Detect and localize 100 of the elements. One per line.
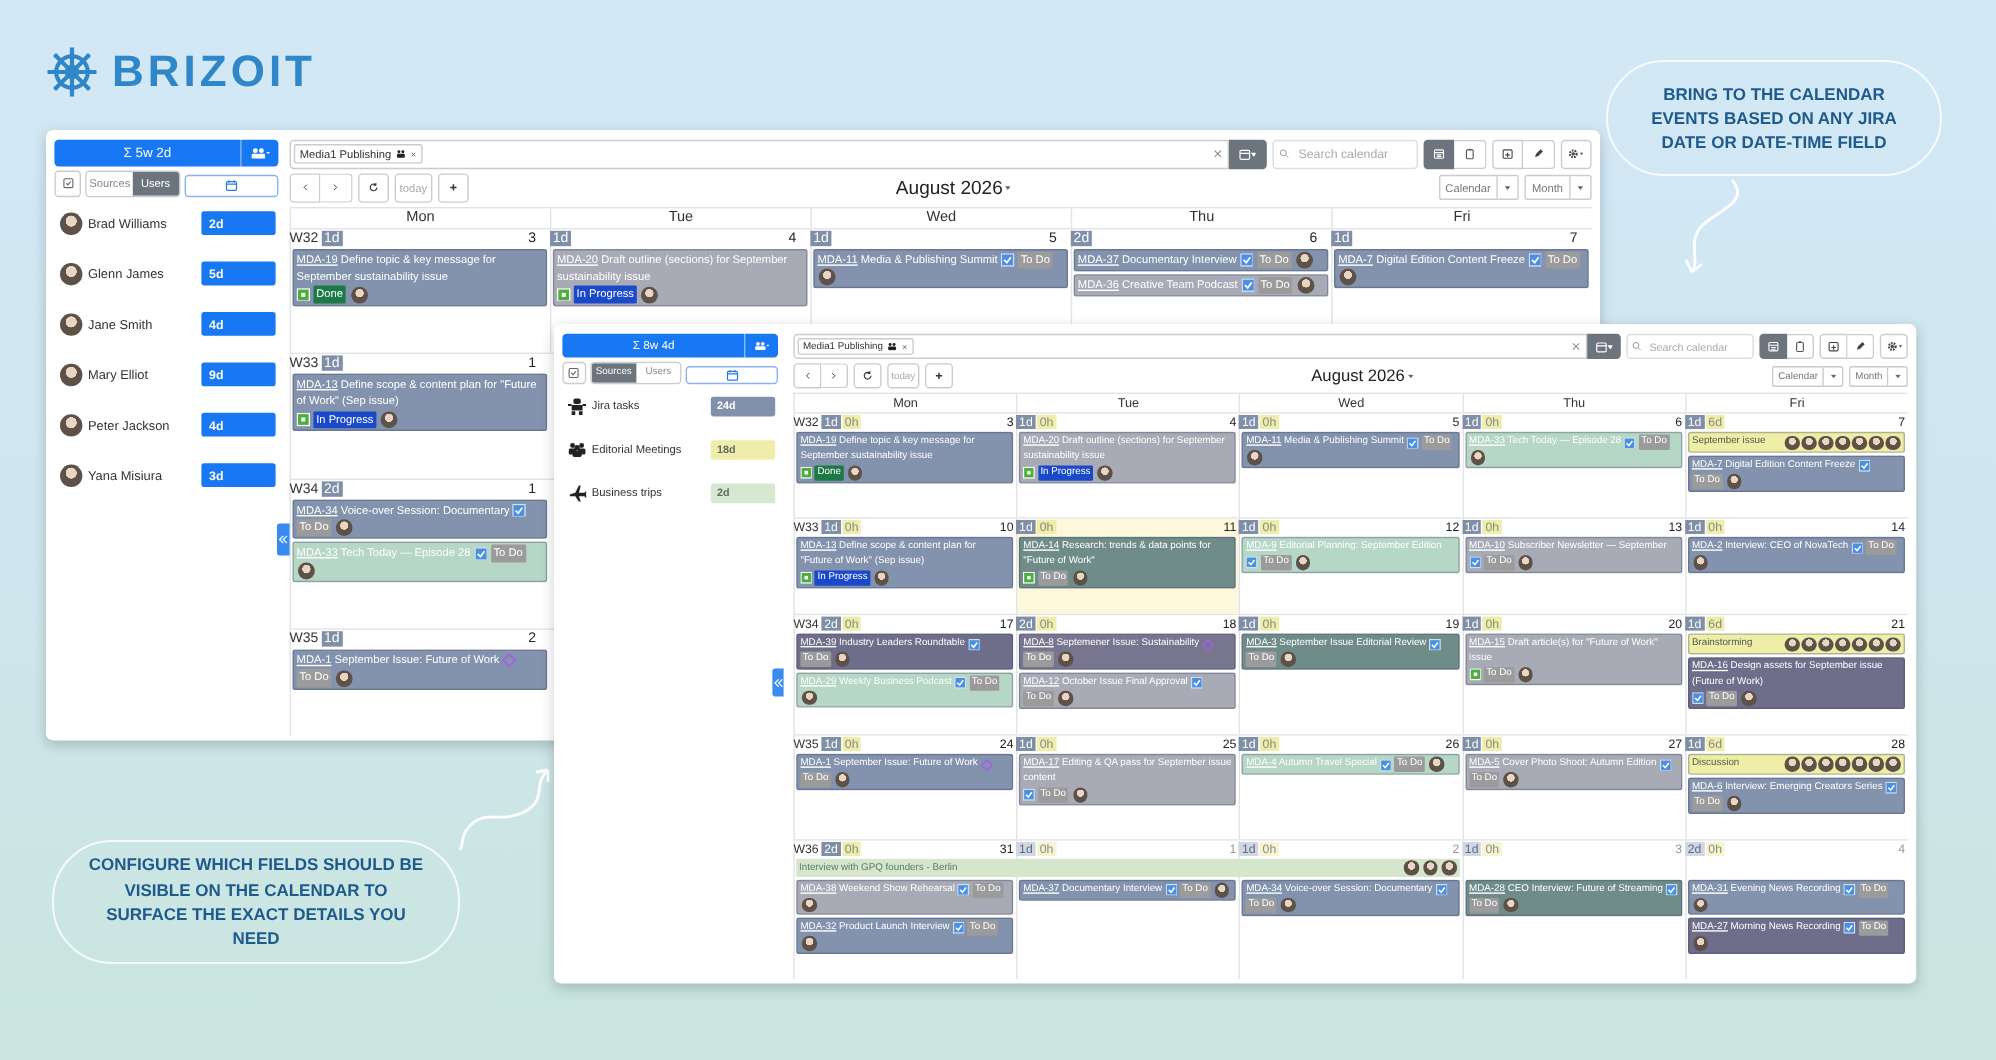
edit-button[interactable] xyxy=(1523,139,1555,169)
assignee-avatar xyxy=(1518,555,1534,571)
people-icon xyxy=(887,342,897,351)
user-avatar xyxy=(60,413,83,436)
pencil-icon xyxy=(1854,340,1866,353)
checkbox-icon xyxy=(1469,557,1481,569)
plus-icon xyxy=(934,372,944,381)
calendar-view-button[interactable] xyxy=(1759,333,1787,360)
checkbox-icon xyxy=(1001,253,1015,267)
month-title-dropdown[interactable]: August 2026 xyxy=(895,177,1012,199)
list-view-button[interactable] xyxy=(1455,139,1487,169)
checkbox-icon xyxy=(1379,758,1392,771)
assignee-avatar xyxy=(1295,555,1311,571)
assignee-avatar xyxy=(835,772,850,788)
calendar-dropdown-button[interactable] xyxy=(1228,139,1267,169)
assignee-avatar xyxy=(336,519,353,537)
story-icon xyxy=(1023,572,1035,584)
add-event-button[interactable] xyxy=(1491,139,1524,169)
refresh-button[interactable] xyxy=(853,363,882,389)
checkbox-icon xyxy=(1240,278,1255,293)
checkbox-icon xyxy=(1659,758,1672,771)
assignee-avatar xyxy=(818,268,836,286)
assignee-avatar xyxy=(1470,450,1486,465)
list-view-button[interactable] xyxy=(1786,333,1815,360)
assignee-avatar xyxy=(1503,772,1519,788)
user-avatar xyxy=(60,262,83,285)
user-avatar xyxy=(60,312,83,336)
refresh-button[interactable] xyxy=(357,173,390,203)
checkbox-icon xyxy=(1239,253,1254,267)
assignee-avatar xyxy=(1726,796,1742,811)
assignee-avatar xyxy=(1503,897,1519,913)
assignee-avatar xyxy=(1097,465,1112,481)
checkbox-icon xyxy=(1023,789,1035,801)
people-icon xyxy=(250,146,270,160)
assignee-avatar xyxy=(1214,882,1230,898)
edit-button[interactable] xyxy=(1847,333,1875,360)
checkbox-icon xyxy=(1429,638,1442,651)
checkbox-icon xyxy=(1624,436,1636,449)
checkbox-icon xyxy=(1406,436,1419,449)
assignee-avatar xyxy=(1518,667,1534,683)
assignee-avatar xyxy=(1726,474,1742,489)
calendar-view-button[interactable] xyxy=(1423,139,1455,169)
story-icon xyxy=(800,572,813,584)
gear-icon xyxy=(1886,340,1902,353)
gear-icon xyxy=(1568,148,1584,160)
assignee-avatar xyxy=(641,286,659,303)
calendar-dropdown-button[interactable] xyxy=(1587,333,1621,360)
assignee-avatar xyxy=(1072,570,1088,586)
checkbox-button[interactable] xyxy=(54,170,82,197)
checkbox-icon xyxy=(1246,557,1258,569)
add-button[interactable] xyxy=(925,363,953,389)
assignee-avatar xyxy=(801,690,817,706)
calendar-settings-button[interactable] xyxy=(184,175,279,197)
diamond-icon xyxy=(980,758,993,771)
month-title-dropdown[interactable]: August 2026 xyxy=(1311,366,1414,386)
group-dropdown-button[interactable] xyxy=(744,333,778,358)
settings-button[interactable] xyxy=(1880,333,1908,360)
settings-button[interactable] xyxy=(1560,139,1592,169)
checkbox-icon xyxy=(1190,677,1203,690)
checkbox-button[interactable] xyxy=(562,361,586,385)
assignee-avatar xyxy=(801,935,817,951)
caret-icon xyxy=(1505,185,1511,190)
checkbox-icon xyxy=(952,922,965,935)
callout-bubble: CONFIGURE WHICH FIELDS SHOULD BE VISIBLE ON THE CALENDAR TO SURFACE THE EXACT DETAILS YOU NEED xyxy=(52,840,460,964)
caret-icon xyxy=(1407,374,1414,379)
story-icon xyxy=(296,413,311,427)
assignee-avatar xyxy=(1429,757,1445,772)
group-dropdown-button[interactable] xyxy=(240,139,279,167)
assignee-avatar xyxy=(1281,652,1296,667)
checkbox-icon xyxy=(1858,460,1870,473)
caret-icon xyxy=(1830,374,1836,379)
checkbox-icon xyxy=(1528,253,1542,267)
collapse-panel-button[interactable] xyxy=(277,523,290,556)
story-icon xyxy=(296,287,311,302)
checkbox-icon xyxy=(1165,884,1177,896)
checkbox-icon xyxy=(1843,922,1856,935)
people-icon xyxy=(568,440,587,459)
checkbox-icon xyxy=(954,677,967,690)
assignee-avatar xyxy=(835,652,850,667)
assignee-avatar xyxy=(336,669,353,687)
airplane-icon xyxy=(568,484,587,503)
checkbox-icon xyxy=(967,638,980,651)
checkbox-icon xyxy=(1851,541,1863,554)
caret-icon xyxy=(1005,185,1012,190)
callout-bubble: BRING TO THE CALENDAR EVENTS BASED ON ANY JIRA DATE OR DATE-TIME FIELD xyxy=(1606,60,1942,176)
checkbox-icon xyxy=(1691,692,1704,705)
assignee-avatar xyxy=(1693,555,1708,571)
calendar-settings-button[interactable] xyxy=(686,365,778,385)
assignee-avatar xyxy=(350,286,368,303)
assignee-avatar xyxy=(874,570,890,586)
assignee-avatar xyxy=(381,411,398,429)
checkbox-icon xyxy=(1885,782,1898,795)
diamond-icon xyxy=(502,654,517,668)
add-event-button[interactable] xyxy=(1819,333,1848,360)
checkbox-icon xyxy=(512,503,527,518)
checkbox-icon xyxy=(473,546,488,561)
checkbox-icon xyxy=(1665,884,1678,896)
collapse-panel-button[interactable] xyxy=(772,668,784,697)
assignee-avatar xyxy=(1693,935,1708,951)
assignee-avatar xyxy=(1247,450,1263,465)
